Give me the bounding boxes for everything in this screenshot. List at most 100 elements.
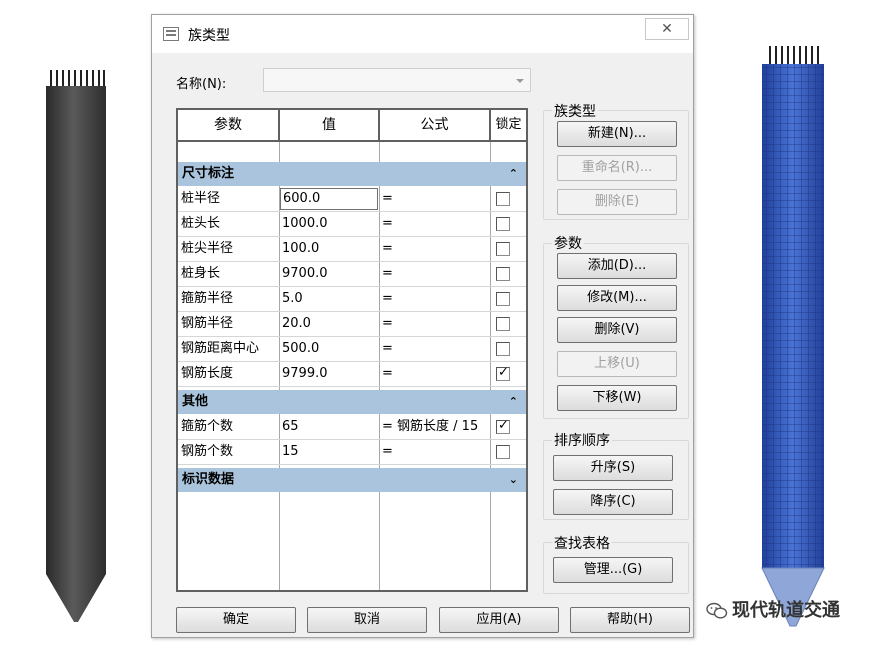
param-value[interactable]: 15 <box>282 440 378 464</box>
param-formula[interactable]: = <box>382 237 490 261</box>
group-identity-data[interactable]: 标识数据 ⌄ <box>178 468 526 492</box>
lock-checkbox[interactable] <box>496 445 510 459</box>
param-formula[interactable]: = <box>382 337 490 361</box>
header-value[interactable]: 值 <box>280 110 378 140</box>
table-row: 桩身长 9700.0 = <box>178 262 526 287</box>
close-button[interactable]: ✕ <box>645 18 689 40</box>
table-row: 桩头长 1000.0 = <box>178 212 526 237</box>
lookup-tables-title: 查找表格 <box>552 533 612 553</box>
lock-checkbox-checked[interactable] <box>496 365 510 381</box>
name-label: 名称(N): <box>176 77 227 92</box>
lock-checkbox[interactable] <box>496 292 510 306</box>
cancel-button[interactable]: 取消 <box>307 607 427 633</box>
table-row: 钢筋距离中心 500.0 = <box>178 337 526 362</box>
param-formula[interactable]: = <box>382 262 490 286</box>
lock-checkbox[interactable] <box>496 217 510 231</box>
table-row: 箍筋个数 65 = 钢筋长度 / 15 <box>178 415 526 440</box>
sort-descending-button[interactable]: 降序(C) <box>553 489 673 515</box>
param-value[interactable]: 1000.0 <box>282 212 378 236</box>
lock-checkbox[interactable] <box>496 317 510 331</box>
watermark-text: 现代轨道交通 <box>732 600 840 621</box>
name-dropdown[interactable] <box>263 68 531 92</box>
param-name: 钢筋个数 <box>181 444 234 459</box>
sort-order-title: 排序顺序 <box>552 430 612 450</box>
parameters-title: 参数 <box>552 233 584 253</box>
table-row: 桩尖半径 100.0 = <box>178 237 526 262</box>
param-name: 钢筋半径 <box>181 316 234 331</box>
group-label: 尺寸标注 <box>182 166 235 181</box>
param-value[interactable]: 500.0 <box>282 337 378 361</box>
lock-checkbox[interactable] <box>496 342 510 356</box>
wechat-icon <box>706 602 728 619</box>
rename-type-button[interactable]: 重命名(R)... <box>557 155 677 181</box>
table-row: 箍筋半径 5.0 = <box>178 287 526 312</box>
pile-model-wireframe <box>761 46 825 627</box>
collapse-icon[interactable]: ⌃ <box>509 162 518 186</box>
group-label: 其他 <box>182 394 209 409</box>
param-value[interactable]: 9799.0 <box>282 362 378 386</box>
family-types-title: 族类型 <box>552 101 598 121</box>
param-name: 箍筋半径 <box>181 291 234 306</box>
chevron-down-icon <box>516 79 524 83</box>
collapse-icon[interactable]: ⌃ <box>509 390 518 414</box>
dialog-title: 族类型 <box>188 28 230 44</box>
add-parameter-button[interactable]: 添加(D)... <box>557 253 677 279</box>
param-name: 桩尖半径 <box>181 241 234 256</box>
header-parameter[interactable]: 参数 <box>178 110 278 140</box>
lock-checkbox-checked[interactable] <box>496 418 510 434</box>
table-row: 钢筋半径 20.0 = <box>178 312 526 337</box>
pile-body <box>46 86 106 574</box>
pile-tip <box>46 574 106 622</box>
param-value[interactable]: 65 <box>282 415 378 439</box>
param-formula[interactable]: = <box>382 440 490 464</box>
param-formula[interactable]: = 钢筋长度 / 15 <box>382 415 490 439</box>
stage: 族类型 ✕ 名称(N): 参数 值 公式 锁定 尺寸标注 ⌃ 桩半径 600.0… <box>0 0 892 648</box>
group-label: 标识数据 <box>182 472 235 487</box>
group-dimensions[interactable]: 尺寸标注 ⌃ <box>178 162 526 186</box>
sort-ascending-button[interactable]: 升序(S) <box>553 455 673 481</box>
apply-button[interactable]: 应用(A) <box>439 607 559 633</box>
param-name: 桩身长 <box>181 266 221 281</box>
param-name: 箍筋个数 <box>181 419 234 434</box>
delete-parameter-button[interactable]: 删除(V) <box>557 317 677 343</box>
pile-model-solid <box>46 70 106 622</box>
close-icon: ✕ <box>661 21 673 37</box>
move-up-button[interactable]: 上移(U) <box>557 351 677 377</box>
param-name: 桩半径 <box>181 191 221 206</box>
grid-header: 参数 值 公式 锁定 <box>178 110 526 142</box>
help-button[interactable]: 帮助(H) <box>570 607 690 633</box>
param-formula[interactable]: = <box>382 312 490 336</box>
header-formula[interactable]: 公式 <box>380 110 489 140</box>
family-types-dialog: 族类型 ✕ 名称(N): 参数 值 公式 锁定 尺寸标注 ⌃ 桩半径 600.0… <box>151 14 694 638</box>
param-value[interactable]: 5.0 <box>282 287 378 311</box>
app-icon <box>163 27 179 41</box>
parameters-grid: 参数 值 公式 锁定 尺寸标注 ⌃ 桩半径 600.0 = 桩头长 1000.0… <box>176 108 528 592</box>
ok-button[interactable]: 确定 <box>176 607 296 633</box>
lock-checkbox[interactable] <box>496 192 510 206</box>
expand-icon[interactable]: ⌄ <box>509 468 518 492</box>
table-row: 钢筋长度 9799.0 = <box>178 362 526 387</box>
title-bar: 族类型 ✕ <box>152 15 693 53</box>
move-down-button[interactable]: 下移(W) <box>557 385 677 411</box>
new-type-button[interactable]: 新建(N)... <box>557 121 677 147</box>
header-lock[interactable]: 锁定 <box>491 110 526 140</box>
param-formula[interactable]: = <box>382 362 490 386</box>
pile-rebar-stubs-right <box>769 46 819 64</box>
param-value[interactable]: 100.0 <box>282 237 378 261</box>
table-row: 桩半径 600.0 = <box>178 187 526 212</box>
param-formula[interactable]: = <box>382 212 490 236</box>
group-other[interactable]: 其他 ⌃ <box>178 390 526 414</box>
pile-rebar-stubs <box>50 70 105 86</box>
param-formula[interactable]: = <box>382 187 490 211</box>
param-formula[interactable]: = <box>382 287 490 311</box>
param-value[interactable]: 600.0 <box>280 188 378 210</box>
modify-parameter-button[interactable]: 修改(M)... <box>557 285 677 311</box>
manage-lookup-button[interactable]: 管理...(G) <box>553 557 673 583</box>
delete-type-button[interactable]: 删除(E) <box>557 189 677 215</box>
param-name: 桩头长 <box>181 216 221 231</box>
lock-checkbox[interactable] <box>496 242 510 256</box>
param-value[interactable]: 20.0 <box>282 312 378 336</box>
table-row: 钢筋个数 15 = <box>178 440 526 465</box>
lock-checkbox[interactable] <box>496 267 510 281</box>
param-value[interactable]: 9700.0 <box>282 262 378 286</box>
